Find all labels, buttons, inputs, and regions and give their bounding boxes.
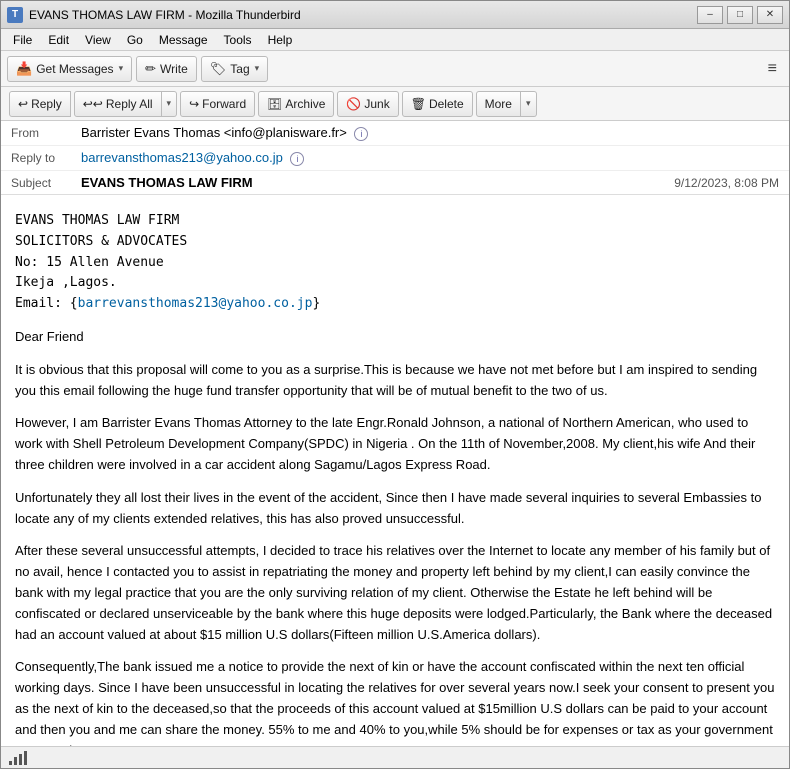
- more-label: More: [485, 97, 512, 111]
- delete-button[interactable]: 🗑 Delete: [402, 91, 473, 117]
- junk-label: Junk: [364, 97, 389, 111]
- company-line2: SOLICITORS & ADVOCATES: [15, 232, 775, 253]
- from-info-icon[interactable]: i: [354, 127, 368, 141]
- company-email-link[interactable]: barrevansthomas213@yahoo.co.jp: [78, 296, 313, 311]
- tag-dropdown-icon[interactable]: ▾: [255, 63, 260, 74]
- tag-label: Tag: [230, 62, 249, 76]
- menu-file[interactable]: File: [5, 31, 40, 49]
- from-row: From Barrister Evans Thomas <info@planis…: [1, 121, 789, 146]
- company-line5: Email: {barrevansthomas213@yahoo.co.jp}: [15, 294, 775, 315]
- main-window: T EVANS THOMAS LAW FIRM - Mozilla Thunde…: [0, 0, 790, 769]
- close-button[interactable]: ✕: [757, 6, 783, 24]
- forward-icon: ↪: [189, 97, 199, 111]
- company-line3: No: 15 Allen Avenue: [15, 253, 775, 274]
- reply-all-group: ↩↩ Reply All ▾: [74, 91, 177, 117]
- junk-icon: 🚫: [346, 97, 361, 111]
- archive-button[interactable]: 🗄 Archive: [258, 91, 334, 117]
- reply-all-dropdown-button[interactable]: ▾: [162, 91, 178, 117]
- reply-to-value: barrevansthomas213@yahoo.co.jp i: [81, 150, 779, 166]
- menu-bar: File Edit View Go Message Tools Help: [1, 29, 789, 51]
- email-date: 9/12/2023, 8:08 PM: [674, 176, 779, 190]
- menu-help[interactable]: Help: [260, 31, 301, 49]
- menu-edit[interactable]: Edit: [40, 31, 77, 49]
- get-messages-label: Get Messages: [36, 62, 113, 76]
- company-line4: Ikeja ,Lagos.: [15, 273, 775, 294]
- paragraph-3: Unfortunately they all lost their lives …: [15, 488, 775, 530]
- reply-label: Reply: [31, 97, 62, 111]
- forward-label: Forward: [202, 97, 246, 111]
- reply-all-icon: ↩↩: [83, 97, 103, 111]
- menu-view[interactable]: View: [77, 31, 119, 49]
- reply-all-button[interactable]: ↩↩ Reply All: [74, 91, 162, 117]
- hamburger-button[interactable]: ≡: [762, 57, 783, 81]
- reply-icon: ↩: [18, 97, 28, 111]
- get-messages-icon: 📥: [16, 61, 32, 77]
- forward-button[interactable]: ↪ Forward: [180, 91, 255, 117]
- from-label: From: [11, 126, 81, 140]
- email-toolbar: ↩ Reply ↩↩ Reply All ▾ ↪ Forward 🗄 Archi…: [1, 87, 789, 121]
- reply-all-label: Reply All: [106, 97, 153, 111]
- minimize-button[interactable]: –: [697, 6, 723, 24]
- from-name: Barrister Evans Thomas <info@planisware.…: [81, 125, 347, 140]
- window-title: EVANS THOMAS LAW FIRM - Mozilla Thunderb…: [29, 8, 697, 22]
- tag-icon: 🏷: [210, 61, 227, 77]
- paragraph-5: Consequently,The bank issued me a notice…: [15, 657, 775, 746]
- reply-button[interactable]: ↩ Reply: [9, 91, 71, 117]
- app-icon: T: [7, 7, 23, 23]
- write-label: Write: [160, 62, 188, 76]
- tag-button[interactable]: 🏷 Tag ▾: [201, 56, 268, 82]
- reply-to-label: Reply to: [11, 151, 81, 165]
- signal-icon: [9, 751, 27, 765]
- delete-label: Delete: [429, 97, 464, 111]
- email-header: From Barrister Evans Thomas <info@planis…: [1, 121, 789, 195]
- menu-go[interactable]: Go: [119, 31, 151, 49]
- paragraph-1: It is obvious that this proposal will co…: [15, 360, 775, 402]
- subject-value: EVANS THOMAS LAW FIRM: [81, 175, 674, 190]
- reply-to-link[interactable]: barrevansthomas213@yahoo.co.jp: [81, 150, 283, 165]
- subject-label: Subject: [11, 176, 81, 190]
- reply-to-row: Reply to barrevansthomas213@yahoo.co.jp …: [1, 146, 789, 171]
- reply-group: ↩ Reply: [9, 91, 71, 117]
- greeting: Dear Friend: [15, 327, 775, 348]
- paragraph-2: However, I am Barrister Evans Thomas Att…: [15, 413, 775, 475]
- write-icon: ✏: [145, 61, 156, 77]
- more-dropdown-button[interactable]: ▾: [521, 91, 537, 117]
- paragraph-4: After these several unsuccessful attempt…: [15, 541, 775, 645]
- company-header: EVANS THOMAS LAW FIRM SOLICITORS & ADVOC…: [15, 211, 775, 315]
- more-group: More ▾: [476, 91, 537, 117]
- more-button[interactable]: More: [476, 91, 521, 117]
- title-bar: T EVANS THOMAS LAW FIRM - Mozilla Thunde…: [1, 1, 789, 29]
- delete-icon: 🗑: [411, 97, 426, 111]
- main-toolbar: 📥 Get Messages ▾ ✏ Write 🏷 Tag ▾ ≡: [1, 51, 789, 87]
- subject-row: Subject EVANS THOMAS LAW FIRM 9/12/2023,…: [1, 171, 789, 194]
- reply-to-info-icon[interactable]: i: [290, 152, 304, 166]
- get-messages-dropdown-icon[interactable]: ▾: [119, 63, 124, 74]
- company-line1: EVANS THOMAS LAW FIRM: [15, 211, 775, 232]
- write-button[interactable]: ✏ Write: [136, 56, 197, 82]
- status-bar: [1, 746, 789, 768]
- from-value: Barrister Evans Thomas <info@planisware.…: [81, 125, 779, 141]
- window-controls: – □ ✕: [697, 6, 783, 24]
- archive-icon: 🗄: [267, 97, 282, 111]
- junk-button[interactable]: 🚫 Junk: [337, 91, 398, 117]
- menu-message[interactable]: Message: [151, 31, 216, 49]
- get-messages-button[interactable]: 📥 Get Messages ▾: [7, 56, 132, 82]
- maximize-button[interactable]: □: [727, 6, 753, 24]
- menu-tools[interactable]: Tools: [216, 31, 260, 49]
- email-body: EVANS THOMAS LAW FIRM SOLICITORS & ADVOC…: [1, 195, 789, 746]
- archive-label: Archive: [285, 97, 325, 111]
